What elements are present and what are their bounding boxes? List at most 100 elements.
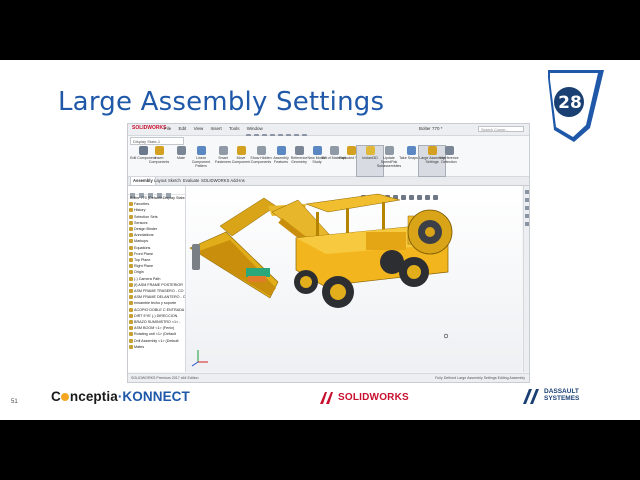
move-component-icon <box>236 146 246 155</box>
title-bar: SOLIDWORKS File Edit View Insert Tools W… <box>128 124 529 139</box>
conceptia-dot-icon <box>61 393 70 401</box>
component-icon <box>129 239 133 244</box>
status-right: Fully Defined Large Assembly Settings Ed… <box>435 376 525 380</box>
component-icon <box>129 208 133 213</box>
tree-toolbar <box>128 186 185 198</box>
component-icon <box>129 282 133 287</box>
tree-item-label: Selection Sets <box>134 214 158 219</box>
component-icon <box>129 258 133 263</box>
tree-item-label: History <box>134 208 146 213</box>
tree-item-label: Origin <box>134 270 144 275</box>
component-icon <box>129 301 133 306</box>
smart-fasteners-icon <box>218 146 228 155</box>
component-icon <box>129 307 133 312</box>
component-icon <box>129 289 133 294</box>
ribbon-button-label: Interference Detection <box>439 156 459 165</box>
component-icon <box>129 251 133 256</box>
component-icon <box>129 214 133 219</box>
ribbon-button-label: Mate <box>177 156 185 160</box>
component-icon <box>129 245 133 250</box>
resources-icon[interactable] <box>525 190 529 194</box>
task-pane <box>523 186 529 372</box>
tree-item-label: Mates <box>134 344 145 349</box>
menu-view[interactable]: View <box>194 126 204 131</box>
tree-item[interactable]: Mates <box>128 344 185 350</box>
page-number: 51 <box>11 399 18 405</box>
ribbon-button-interference-detection[interactable]: Interference Detection <box>436 146 462 164</box>
tree-item-label: ensamble techo y soporte <box>134 301 177 306</box>
component-icon <box>129 270 133 275</box>
dassault-systemes-logo: DASSAULT SYSTEMES <box>520 386 590 408</box>
badge-number: 28 <box>558 93 582 113</box>
show-hidden-components-icon <box>256 146 266 155</box>
tree-item-label: BRAZO SUMINISTRO <1> - <box>134 320 181 325</box>
tree-item-label: ACOPIO DOBLE C ENTRADA <box>134 307 185 312</box>
insert-components-icon <box>154 146 164 155</box>
component-icon <box>129 326 133 331</box>
slide-title: Large Assembly Settings <box>58 87 385 117</box>
take-snapshot-icon <box>406 146 416 155</box>
appearances-icon[interactable] <box>525 222 529 226</box>
tree-item-label: Sensors <box>134 220 148 225</box>
ds-mark-icon <box>320 392 333 404</box>
tree-item-label: Top Plane <box>134 258 151 263</box>
tree-item-label: Annotations <box>134 233 154 238</box>
conceptia-konnect-logo: Cnceptia·KONNECT <box>51 389 190 404</box>
tree-item-label: Right Plane <box>134 264 154 269</box>
tree-item-label: ASM FRAME TRASERO - CO <box>134 289 184 294</box>
status-bar: SOLIDWORKS Premium 2017 x64 Edition Full… <box>128 373 529 382</box>
status-left: SOLIDWORKS Premium 2017 x64 Edition <box>131 376 199 380</box>
tree-item-label: ASM BOOM <1> (Fenix) <box>134 326 175 331</box>
tree-item-label: DIRT EYE (-) DIRECCION <box>134 313 178 318</box>
component-icon <box>129 276 133 281</box>
component-icon <box>129 233 133 238</box>
cursor-icon <box>443 333 449 339</box>
view-palette-icon[interactable] <box>525 214 529 218</box>
tree-item-label: Rotating unit <1> (Default <box>134 332 177 337</box>
instant3d-icon <box>365 146 375 155</box>
menu-file[interactable]: File <box>164 126 171 131</box>
tree-item-label: Bolter 770 (Default<Display State-1>) <box>130 196 185 200</box>
command-tabs: Assembly Layout Sketch Evaluate SOLIDWOR… <box>128 177 529 186</box>
tree-item-label: Front Plane <box>134 251 154 256</box>
component-icon <box>129 264 133 269</box>
assembly-features-icon <box>276 146 286 155</box>
tree-item-label: Drill Assembly <1> (Default <box>134 338 179 343</box>
component-icon <box>129 338 133 343</box>
rear-reel <box>407 209 453 255</box>
design-library-icon[interactable] <box>525 198 529 202</box>
menu-edit[interactable]: Edit <box>179 126 187 131</box>
component-icon <box>129 295 133 300</box>
file-explorer-icon[interactable] <box>525 206 529 210</box>
component-icon <box>129 202 133 207</box>
menu-insert[interactable]: Insert <box>211 126 222 131</box>
display-state-field[interactable]: Display State-1 <box>130 137 184 145</box>
component-icon <box>129 320 133 325</box>
component-icon <box>129 332 133 337</box>
exploded-view-icon <box>346 146 356 155</box>
quick-access-toolbar <box>246 126 336 139</box>
tab-addins[interactable]: SOLIDWORKS Add-Ins <box>199 177 247 185</box>
component-icon <box>129 313 133 318</box>
component-icon <box>129 227 133 232</box>
tree-item-label: Design Binder <box>134 227 158 232</box>
tree-item-label: (f) ASM FRAME POSTERIOR <box>134 282 183 287</box>
tree-item-label: Equations <box>134 245 151 250</box>
update-speedpak-subassemblies-icon <box>384 146 394 155</box>
tree-item-label: ASM FRAME DELANTERO - C <box>134 295 185 300</box>
feature-manager-tree: Bolter 770 (Default<Display State-1>) Fav… <box>128 186 186 372</box>
component-icon <box>129 220 133 225</box>
reference-geometry-icon <box>294 146 304 155</box>
document-title: Bolter 770 * <box>419 126 443 131</box>
graphics-area[interactable] <box>186 186 522 372</box>
ribbon-button-label: Linear Component Pattern <box>191 156 211 169</box>
slide: Large Assembly Settings 28 SOLIDWORKS Fi… <box>0 60 640 420</box>
triad <box>191 350 208 367</box>
search-input[interactable]: Search Comm... <box>478 126 524 132</box>
bolter-machine-model[interactable] <box>186 186 522 372</box>
tree-item-label: (-) Camera Path <box>134 276 161 281</box>
solidworks-brand: SOLIDWORKS <box>132 125 167 131</box>
interference-detection-icon <box>444 146 454 155</box>
mate-icon <box>176 146 186 155</box>
menu-tools[interactable]: Tools <box>229 126 240 131</box>
